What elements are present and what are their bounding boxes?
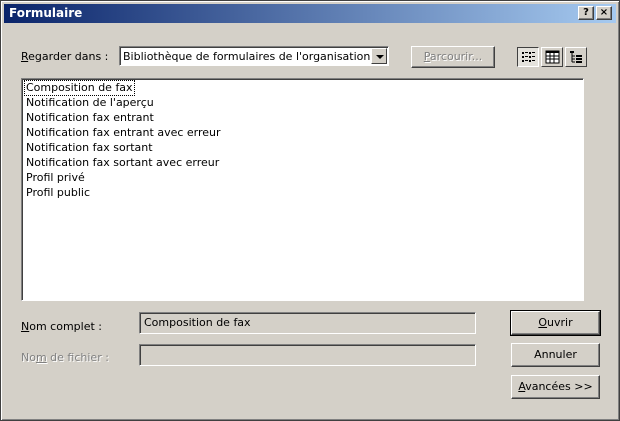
dialog-title: Formulaire bbox=[9, 6, 83, 20]
list-item[interactable]: Notification fax sortant avec erreur bbox=[25, 156, 220, 170]
help-button[interactable]: ? bbox=[578, 6, 594, 20]
open-button[interactable]: Ouvrir bbox=[510, 310, 601, 336]
browse-button[interactable]: Parcourir... bbox=[411, 46, 495, 68]
list-view-button[interactable] bbox=[517, 47, 539, 67]
title-bar[interactable]: Formulaire ? × bbox=[4, 4, 616, 23]
list-item[interactable]: Notification fax entrant avec erreur bbox=[25, 126, 222, 140]
lookin-combobox[interactable]: Bibliothèque de formulaires de l'organis… bbox=[119, 46, 389, 66]
advanced-button[interactable]: Avancées >> bbox=[511, 375, 600, 399]
list-item[interactable]: Notification fax entrant bbox=[25, 111, 155, 125]
cancel-button[interactable]: Annuler bbox=[511, 343, 600, 367]
list-item[interactable]: Notification de l'aperçu bbox=[25, 96, 155, 110]
fullname-label: Nom complet : bbox=[21, 320, 102, 333]
form-dialog: Formulaire ? × Regarder dans : Bibliothè… bbox=[0, 0, 620, 421]
filename-label: Nom de fichier : bbox=[21, 351, 109, 364]
lookin-value: Bibliothèque de formulaires de l'organis… bbox=[123, 50, 371, 63]
fullname-field: Composition de fax bbox=[139, 312, 476, 334]
close-button[interactable]: × bbox=[596, 6, 612, 20]
list-item[interactable]: Profil privé bbox=[25, 171, 86, 185]
properties-view-button[interactable] bbox=[565, 47, 587, 67]
properties-view-icon bbox=[570, 51, 582, 63]
chevron-down-icon bbox=[376, 55, 384, 59]
fullname-value: Composition de fax bbox=[144, 316, 251, 329]
forms-listbox[interactable]: Composition de fax Notification de l'ape… bbox=[21, 78, 584, 301]
list-item[interactable]: Composition de fax bbox=[24, 80, 135, 96]
lookin-dropdown-button[interactable] bbox=[371, 48, 387, 64]
list-item[interactable]: Notification fax sortant bbox=[25, 141, 154, 155]
list-view-icon bbox=[522, 52, 535, 62]
details-view-icon bbox=[545, 50, 560, 64]
list-item[interactable]: Profil public bbox=[25, 186, 91, 200]
details-view-button[interactable] bbox=[541, 47, 563, 67]
lookin-label: Regarder dans : bbox=[21, 50, 109, 63]
filename-field[interactable] bbox=[139, 344, 476, 366]
